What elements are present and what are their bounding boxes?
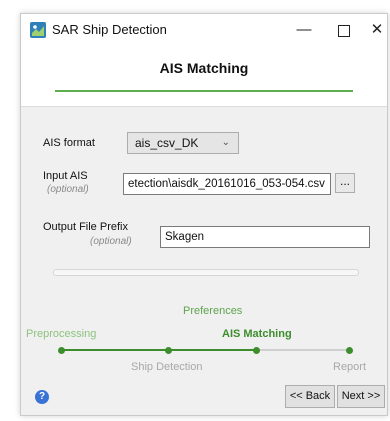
- output-prefix-optional: (optional): [90, 236, 132, 247]
- window-title: SAR Ship Detection: [52, 22, 167, 37]
- input-ais-label: Input AIS: [43, 170, 88, 182]
- separator-bar: [53, 269, 359, 276]
- step-preferences[interactable]: Preferences: [183, 305, 242, 317]
- app-icon: [30, 22, 46, 38]
- title-underline: [55, 90, 353, 92]
- back-button[interactable]: << Back: [285, 385, 335, 408]
- maximize-icon[interactable]: [328, 18, 358, 42]
- header-panel: AIS Matching: [21, 46, 387, 107]
- section-title: AIS Matching: [159, 60, 249, 76]
- step-ship-detection[interactable]: Ship Detection: [131, 361, 203, 373]
- progress-track-done: [61, 349, 257, 351]
- step-report[interactable]: Report: [333, 361, 366, 373]
- step-preprocessing[interactable]: Preprocessing: [26, 328, 96, 340]
- ais-format-label: AIS format: [43, 137, 95, 149]
- progress-track-pending: [257, 349, 349, 351]
- step-ais-matching[interactable]: AIS Matching: [222, 328, 292, 340]
- step-dot-report: [346, 347, 353, 354]
- step-dot-ais-matching: [253, 347, 260, 354]
- ais-format-select[interactable]: ais_csv_DK ⌄: [127, 132, 239, 154]
- minimize-icon[interactable]: —: [289, 18, 319, 42]
- next-button[interactable]: Next >>: [337, 385, 385, 408]
- ais-format-value: ais_csv_DK: [135, 136, 199, 150]
- output-prefix-label: Output File Prefix: [43, 221, 128, 233]
- browse-button[interactable]: ...: [335, 173, 355, 193]
- wizard-progress: Preferences Preprocessing AIS Matching S…: [21, 294, 389, 390]
- title-bar[interactable]: SAR Ship Detection — ✕: [21, 14, 387, 46]
- input-ais-optional: (optional): [47, 184, 89, 195]
- close-icon[interactable]: ✕: [362, 18, 390, 42]
- dialog-window: SAR Ship Detection — ✕ AIS Matching AIS …: [20, 13, 388, 416]
- help-icon[interactable]: ?: [35, 390, 49, 404]
- chevron-down-icon: ⌄: [221, 137, 230, 148]
- step-dot-preprocessing: [58, 347, 65, 354]
- step-dot-preferences: [165, 347, 172, 354]
- input-ais-field[interactable]: etection\aisdk_20161016_053-054.csv: [123, 173, 331, 195]
- output-prefix-field[interactable]: Skagen: [160, 226, 370, 248]
